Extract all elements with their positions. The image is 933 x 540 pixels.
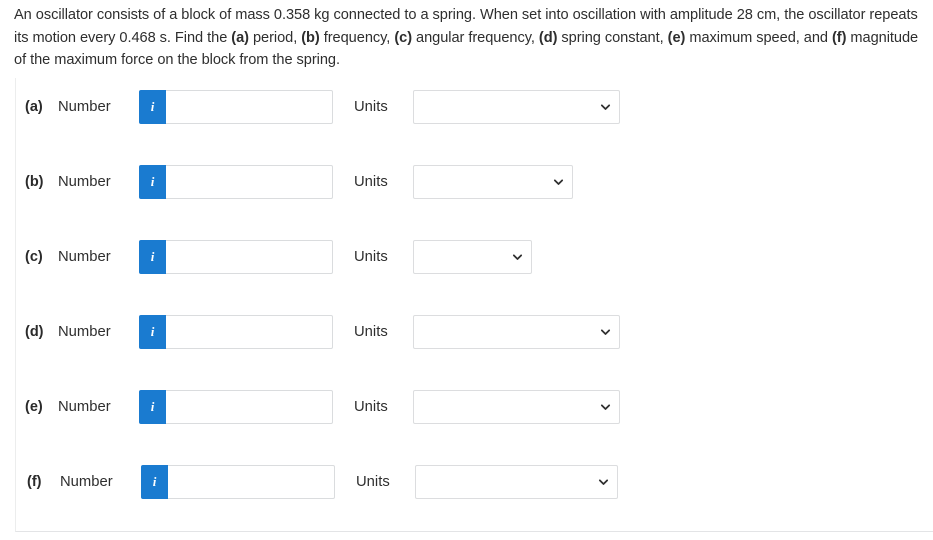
- info-icon-c[interactable]: i: [139, 240, 166, 274]
- units-label-e: Units: [354, 399, 388, 415]
- number-label-c: Number: [58, 249, 111, 265]
- number-input-group-f: i: [141, 465, 335, 499]
- part-label-c: (c): [25, 249, 43, 265]
- units-label-d: Units: [354, 324, 388, 340]
- info-icon-b[interactable]: i: [139, 165, 166, 199]
- units-label-f: Units: [356, 474, 390, 490]
- answer-row-c: (c) Number i Units: [16, 240, 933, 274]
- part-label-e: (e): [25, 399, 43, 415]
- units-select-wrapper-c: [413, 240, 532, 274]
- units-select-wrapper-b: [413, 165, 573, 199]
- question-part-marker: (f): [831, 29, 847, 46]
- number-input-e[interactable]: [166, 390, 333, 424]
- answer-row-f: (f) Number i Units: [16, 465, 933, 499]
- number-input-group-a: i: [139, 90, 333, 124]
- question-prompt: An oscillator consists of a block of mas…: [14, 4, 926, 72]
- units-select-a[interactable]: [413, 90, 620, 124]
- question-part-marker: (a): [231, 29, 249, 46]
- units-select-f[interactable]: [415, 465, 618, 499]
- units-select-d[interactable]: [413, 315, 620, 349]
- part-label-f: (f): [27, 474, 42, 490]
- number-input-group-d: i: [139, 315, 333, 349]
- number-label-f: Number: [60, 474, 113, 490]
- number-input-group-b: i: [139, 165, 333, 199]
- question-part-marker: (e): [667, 29, 686, 46]
- units-label-b: Units: [354, 174, 388, 190]
- answer-card: (a) Number i Units (b) Number i Units (c) Number i…: [15, 78, 933, 532]
- question-part-marker: (d): [538, 29, 558, 46]
- number-input-a[interactable]: [166, 90, 333, 124]
- info-icon-f[interactable]: i: [141, 465, 168, 499]
- number-input-c[interactable]: [166, 240, 333, 274]
- units-select-wrapper-d: [413, 315, 620, 349]
- number-input-f[interactable]: [168, 465, 335, 499]
- question-text-segment: angular frequency,: [412, 29, 539, 46]
- units-select-wrapper-f: [415, 465, 618, 499]
- question-part-marker: (c): [394, 29, 412, 46]
- units-select-e[interactable]: [413, 390, 620, 424]
- units-select-wrapper-e: [413, 390, 620, 424]
- units-label-a: Units: [354, 99, 388, 115]
- number-label-b: Number: [58, 174, 111, 190]
- info-icon-d[interactable]: i: [139, 315, 166, 349]
- units-select-b[interactable]: [413, 165, 573, 199]
- question-part-marker: (b): [301, 29, 320, 46]
- answer-row-b: (b) Number i Units: [16, 165, 933, 199]
- number-label-d: Number: [58, 324, 111, 340]
- units-select-wrapper-a: [413, 90, 620, 124]
- number-label-e: Number: [58, 399, 111, 415]
- question-text-segment: frequency,: [319, 29, 395, 46]
- number-input-d[interactable]: [166, 315, 333, 349]
- question-text-segment: maximum speed, and: [685, 29, 832, 46]
- answer-row-a: (a) Number i Units: [16, 90, 933, 124]
- answer-row-d: (d) Number i Units: [16, 315, 933, 349]
- number-input-group-e: i: [139, 390, 333, 424]
- answer-row-e: (e) Number i Units: [16, 390, 933, 424]
- part-label-a: (a): [25, 99, 43, 115]
- units-label-c: Units: [354, 249, 388, 265]
- question-text-segment: spring constant,: [557, 29, 668, 46]
- number-input-b[interactable]: [166, 165, 333, 199]
- question-text-segment: period,: [248, 29, 302, 46]
- number-input-group-c: i: [139, 240, 333, 274]
- part-label-d: (d): [25, 324, 44, 340]
- part-label-b: (b): [25, 174, 44, 190]
- number-label-a: Number: [58, 99, 111, 115]
- info-icon-a[interactable]: i: [139, 90, 166, 124]
- units-select-c[interactable]: [413, 240, 532, 274]
- info-icon-e[interactable]: i: [139, 390, 166, 424]
